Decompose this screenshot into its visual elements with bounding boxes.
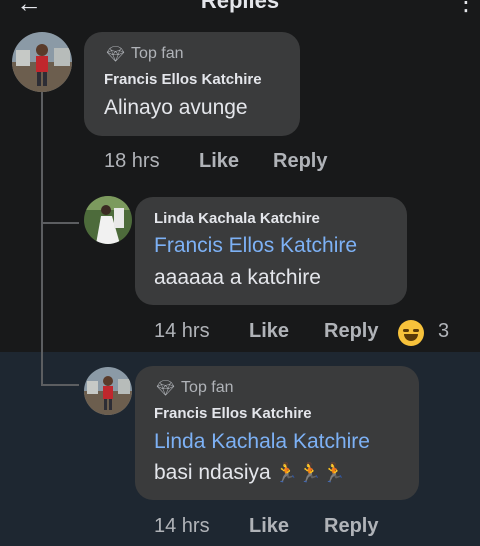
top-fan-badge: 💎︎ Top fan — [106, 45, 184, 63]
comment-time: 18 hrs — [104, 150, 160, 172]
like-button[interactable]: Like — [199, 150, 239, 173]
like-button[interactable]: Like — [249, 320, 289, 343]
top-fan-label: Top fan — [181, 379, 234, 396]
top-fan-label: Top fan — [131, 45, 184, 62]
comment-author[interactable]: Francis Ellos Katchire — [154, 405, 312, 422]
diamond-icon: 💎︎ — [106, 46, 126, 63]
comment-time: 14 hrs — [154, 515, 210, 537]
more-options-icon[interactable]: ⋮ — [454, 0, 478, 14]
avatar[interactable] — [12, 32, 72, 92]
avatar[interactable] — [84, 196, 132, 244]
reply-button[interactable]: Reply — [324, 515, 378, 538]
avatar[interactable] — [84, 367, 132, 415]
thread-line-branch-1 — [41, 222, 79, 224]
comment-author[interactable]: Francis Ellos Katchire — [104, 71, 262, 88]
comment-author[interactable]: Linda Kachala Katchire — [154, 210, 320, 227]
mention-link[interactable]: Francis Ellos Katchire — [154, 234, 357, 258]
comment-text: Alinayo avunge — [104, 96, 248, 119]
reply-button[interactable]: Reply — [273, 150, 327, 173]
diamond-icon: 💎︎ — [156, 380, 176, 397]
page-title: Replies — [200, 0, 280, 13]
comment-text-body: basi ndasiya — [154, 461, 271, 484]
reply-button[interactable]: Reply — [324, 320, 378, 343]
reaction-count[interactable]: 3 — [438, 320, 449, 343]
thread-line-branch-2 — [41, 384, 79, 386]
running-emoji-icon: 🏃🏃🏃 — [274, 463, 346, 484]
top-fan-badge: 💎︎ Top fan — [156, 379, 234, 397]
like-button[interactable]: Like — [249, 515, 289, 538]
replies-header: ← Replies ⋮ — [0, 0, 480, 14]
thread-line-vertical — [41, 92, 43, 384]
comment-text: aaaaaa a katchire — [154, 266, 321, 289]
laughing-emoji-icon[interactable] — [398, 320, 424, 346]
comment-text: basi ndasiya 🏃🏃🏃 — [154, 461, 346, 485]
comment-time: 14 hrs — [154, 320, 210, 342]
mention-link[interactable]: Linda Kachala Katchire — [154, 430, 370, 454]
